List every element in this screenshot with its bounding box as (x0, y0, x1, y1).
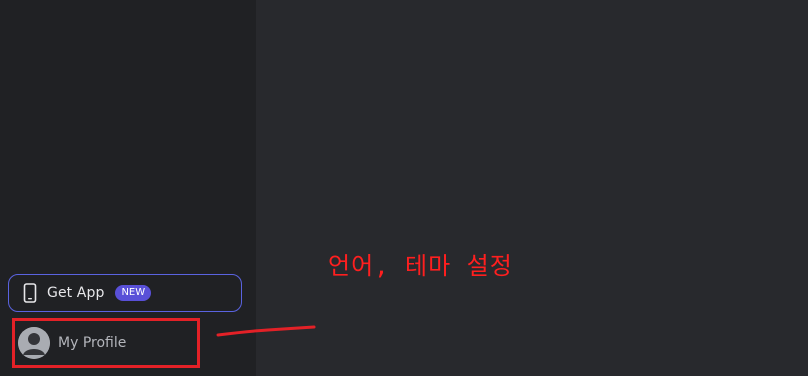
annotation-stroke (216, 325, 316, 337)
phone-icon (23, 283, 37, 303)
my-profile-item[interactable]: My Profile (12, 318, 200, 368)
sidebar: Get App NEW My Profile (0, 0, 256, 376)
main-content (256, 0, 808, 376)
my-profile-label: My Profile (58, 335, 127, 351)
get-app-label: Get App (47, 285, 105, 301)
annotation-label: 언어, 테마 설정 (328, 252, 513, 280)
new-badge: NEW (115, 285, 152, 301)
app-window: Get App NEW My Profile 언어, 테마 설정 (0, 0, 808, 376)
get-app-button[interactable]: Get App NEW (8, 274, 242, 312)
avatar-icon (18, 327, 50, 359)
